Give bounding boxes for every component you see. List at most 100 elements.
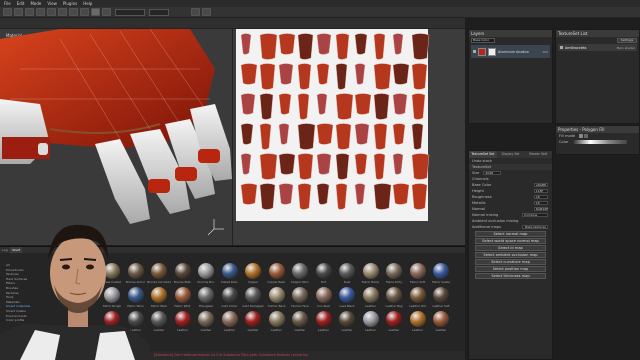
material-thumbnail[interactable] [292, 311, 308, 327]
channel-format-dropdown[interactable]: sRGB8 [534, 182, 548, 188]
material-thumbnail[interactable] [315, 311, 332, 327]
material-thumbnail[interactable] [268, 287, 285, 303]
menu-mode[interactable]: Mode [30, 1, 41, 6]
material-thumbnail[interactable] [268, 263, 285, 279]
material-thumbnail[interactable] [339, 311, 355, 327]
select-map-button[interactable]: Select curvature map [475, 259, 546, 265]
textureset-item[interactable]: ArmBracelets Main shader [558, 44, 637, 51]
eraser-tool-button[interactable] [14, 8, 23, 16]
polygon-fill-button[interactable] [91, 8, 100, 16]
uv-shell [240, 63, 258, 85]
uv-shell [335, 93, 354, 120]
material-thumbnail[interactable] [174, 287, 191, 303]
material-thumbnail[interactable] [433, 311, 449, 327]
uv-shell [335, 183, 348, 210]
menu-plugins[interactable]: Plugins [63, 1, 77, 6]
size-dropdown[interactable]: 2048 [483, 170, 502, 176]
paint-tool-button[interactable] [3, 8, 12, 16]
settings-button[interactable]: Settings [617, 38, 637, 43]
tab-display-settings[interactable]: Display Set [497, 151, 525, 158]
symmetry-button[interactable] [191, 8, 200, 16]
material-thumbnail[interactable] [339, 287, 355, 303]
material-thumbnail[interactable] [292, 287, 308, 303]
material-thumbnail[interactable] [174, 263, 191, 279]
uv-shell [259, 93, 274, 120]
select-map-button[interactable]: Select world space normal map [475, 238, 546, 244]
picker-tool-button[interactable] [69, 8, 78, 16]
channel-format-dropdown[interactable]: L8 [534, 194, 548, 200]
material-thumbnail[interactable] [245, 287, 261, 303]
uv-shell [335, 33, 350, 60]
uv-shell [411, 93, 426, 120]
material-thumbnail[interactable] [386, 311, 402, 327]
tab-viewer-settings[interactable]: Viewer Sett [524, 151, 552, 158]
material-thumbnail[interactable] [221, 311, 238, 327]
channel-format-dropdown[interactable]: L8 [534, 200, 548, 206]
material-thumbnail[interactable] [315, 287, 332, 303]
camera-button[interactable] [202, 8, 211, 16]
material-thumbnail[interactable] [198, 263, 214, 279]
layer-row[interactable]: Aluminium Anodize 100 [471, 45, 550, 58]
tab-textureset-settings[interactable]: TextureSet Set [469, 151, 497, 158]
normal-mixing-dropdown[interactable]: Combine [522, 212, 548, 218]
material-thumbnail[interactable] [198, 287, 214, 303]
menu-view[interactable]: View [47, 1, 57, 6]
menu-file[interactable]: File [4, 1, 11, 6]
material-thumbnail[interactable] [198, 311, 214, 327]
menu-help[interactable]: Help [83, 1, 92, 6]
viewport-2d[interactable] [232, 29, 465, 245]
material-label: Leather Soft [432, 304, 450, 308]
select-map-button[interactable]: Select position map [475, 266, 546, 272]
material-thumbnail[interactable] [386, 263, 402, 279]
material-thumbnail[interactable] [339, 263, 355, 279]
clone-tool-button[interactable] [58, 8, 67, 16]
uv-shell [240, 123, 254, 145]
material-thumbnail[interactable] [433, 287, 449, 303]
material-thumbnail[interactable] [409, 287, 426, 303]
material-thumbnail[interactable] [362, 287, 379, 303]
material-thumbnail[interactable] [292, 263, 308, 279]
select-map-button[interactable]: Select normal map [475, 231, 546, 237]
material-thumbnail[interactable] [221, 287, 238, 303]
smudge-tool-button[interactable] [47, 8, 56, 16]
tool-parameter-field-2[interactable] [149, 8, 169, 16]
material-thumbnail[interactable] [151, 311, 167, 327]
uv-shell [373, 93, 390, 120]
channel-format-dropdown[interactable]: L16F [534, 188, 548, 194]
bake-tool-button[interactable] [80, 8, 89, 16]
menu-edit[interactable]: Edit [17, 1, 25, 6]
select-map-button[interactable]: Select id map [475, 245, 546, 251]
select-map-button[interactable]: Select thickness map [475, 273, 546, 279]
eye-icon[interactable] [473, 50, 476, 53]
bake-textures-button[interactable]: Bake textures [522, 224, 548, 230]
layers-title: Layers [469, 30, 552, 37]
fill-tool-button[interactable] [102, 8, 111, 16]
material-label: Iron Rust [317, 304, 330, 308]
projection-tool-button[interactable] [25, 8, 34, 16]
material-thumbnail[interactable] [386, 287, 402, 303]
material-thumbnail[interactable] [221, 263, 238, 279]
fill-mode-icon[interactable] [579, 134, 584, 138]
material-thumbnail[interactable] [174, 311, 191, 327]
fill-mode-icon-2[interactable] [584, 134, 589, 138]
material-thumbnail[interactable] [151, 287, 167, 303]
size-label: Size [472, 171, 480, 175]
channel-format-dropdown[interactable]: RGB16F [534, 206, 548, 212]
material-thumbnail[interactable] [362, 311, 379, 327]
material-thumbnail[interactable] [409, 263, 426, 279]
uv-shell [354, 123, 370, 145]
material-thumbnail[interactable] [362, 263, 379, 279]
material-thumbnail[interactable] [245, 263, 261, 279]
select-map-button[interactable]: Select ambient occlusion map [475, 252, 546, 258]
material-thumbnail[interactable] [151, 263, 167, 279]
material-thumbnail[interactable] [268, 311, 285, 327]
tool-parameter-field[interactable] [115, 8, 145, 16]
checkbox-icon[interactable] [560, 46, 563, 49]
material-thumbnail[interactable] [315, 263, 332, 279]
material-thumbnail[interactable] [409, 311, 426, 327]
color-slider[interactable] [572, 140, 628, 144]
layer-blend-dropdown[interactable]: Base Color [471, 38, 495, 43]
geometry-tool-button[interactable] [36, 8, 45, 16]
material-thumbnail[interactable] [245, 311, 261, 327]
material-thumbnail[interactable] [433, 263, 449, 279]
